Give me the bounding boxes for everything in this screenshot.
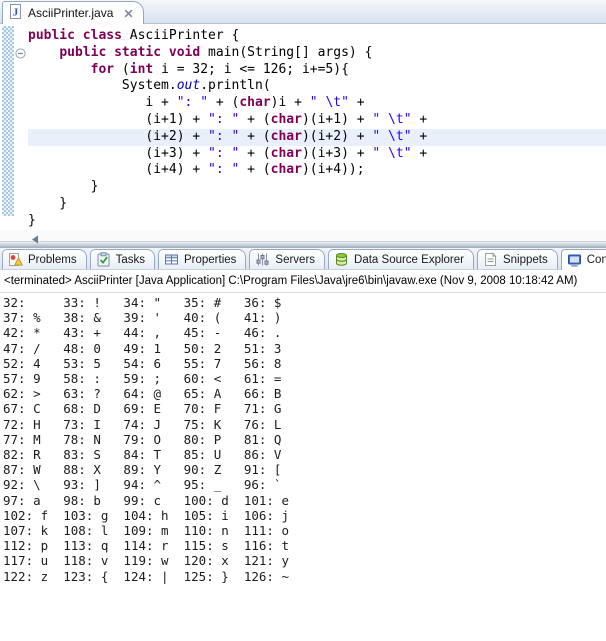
view-tab-label: Console (587, 254, 606, 266)
view-tab-label: Properties (184, 254, 236, 266)
eclipse-window: J AsciiPrinter.java public class AsciiPr… (0, 0, 606, 641)
console-status-line: <terminated> AsciiPrinter [Java Applicat… (0, 270, 606, 293)
panel-divider[interactable] (0, 241, 606, 248)
view-tab-label: Servers (275, 254, 315, 266)
view-tab-bar: Problems Tasks Properties Servers Data Sourc… (0, 248, 606, 270)
console-output[interactable]: 32: 33: ! 34: " 35: # 36: $ 37: % 38: & … (0, 293, 606, 641)
code-line[interactable]: } (28, 213, 606, 230)
code-line[interactable]: public class AsciiPrinter { (28, 28, 606, 45)
fold-collapse-icon[interactable] (15, 46, 26, 57)
code-line[interactable]: i + ": " + (char)i + " \t" + (28, 95, 606, 112)
code-line[interactable]: (i+1) + ": " + (char)(i+1) + " \t" + (28, 112, 606, 129)
view-tab-data-source-explorer[interactable]: Data Source Explorer (328, 249, 474, 269)
servers-icon (255, 252, 270, 267)
editor-tab-label: AsciiPrinter.java (28, 6, 113, 20)
code-editor[interactable]: public class AsciiPrinter { public stati… (0, 24, 606, 230)
view-tab-console[interactable]: Console (561, 249, 606, 270)
snippets-icon (483, 252, 498, 267)
console-icon (567, 253, 582, 268)
view-tab-label: Problems (28, 254, 77, 266)
problems-icon (8, 252, 23, 267)
data-source-explorer-icon (334, 252, 349, 267)
view-tab-label: Tasks (116, 254, 145, 266)
code-line[interactable]: public static void main(String[] args) { (28, 45, 606, 62)
code-line[interactable]: for (int i = 32; i <= 126; i+=5){ (28, 62, 606, 79)
view-tab-snippets[interactable]: Snippets (477, 249, 558, 269)
code-line[interactable]: } (28, 196, 606, 213)
view-tab-servers[interactable]: Servers (249, 249, 325, 269)
code-line[interactable]: System.out.println( (28, 78, 606, 95)
view-tab-label: Snippets (503, 254, 548, 266)
svg-text:J: J (13, 7, 19, 19)
view-tab-problems[interactable]: Problems (2, 249, 87, 269)
editor-tab-asciiprinter[interactable]: J AsciiPrinter.java (2, 1, 144, 24)
java-file-icon: J (8, 4, 23, 22)
tasks-icon (96, 252, 111, 267)
scroll-left-icon[interactable] (31, 231, 39, 249)
editor-tab-bar: J AsciiPrinter.java (0, 0, 606, 24)
code-area[interactable]: public class AsciiPrinter { public stati… (28, 28, 606, 230)
code-line[interactable]: (i+3) + ": " + (char)(i+3) + " \t" + (28, 146, 606, 163)
properties-icon (164, 252, 179, 267)
view-tab-properties[interactable]: Properties (158, 249, 246, 269)
view-tab-tasks[interactable]: Tasks (90, 249, 155, 269)
code-line[interactable]: } (28, 179, 606, 196)
editor-horizontal-scrollbar[interactable] (0, 230, 606, 241)
view-tab-label: Data Source Explorer (354, 254, 464, 266)
code-line-current[interactable]: (i+2) + ": " + (char)(i+2) + " \t" + (28, 129, 606, 146)
marker-bar (2, 26, 14, 216)
code-line[interactable]: (i+4) + ": " + (char)(i+4)); (28, 162, 606, 179)
close-icon[interactable] (124, 9, 133, 18)
